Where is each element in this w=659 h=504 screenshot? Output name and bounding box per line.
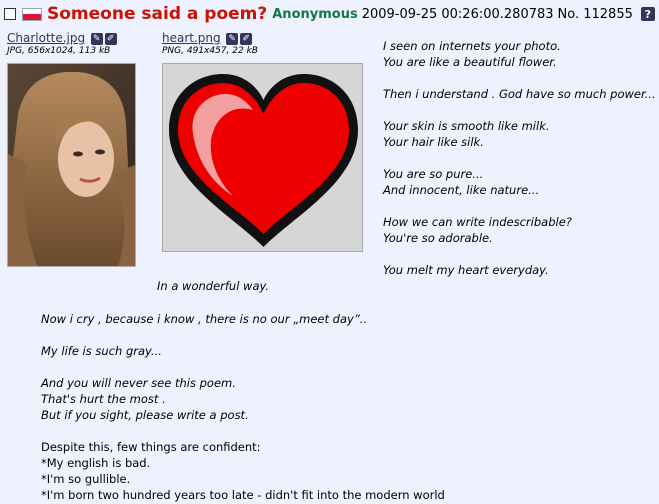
- heart-icon: [169, 74, 358, 247]
- edit-icon[interactable]: ✎: [90, 33, 103, 45]
- post-datetime: 2009-09-25 00:26:00.280783: [361, 6, 554, 22]
- poem-line: How we can write indescribable?: [383, 215, 572, 229]
- file-meta-heart: PNG, 491x457, 22 kB: [162, 46, 258, 56]
- poster-name: Anonymous: [272, 6, 358, 22]
- post-select-checkbox[interactable]: [4, 8, 16, 20]
- body-line: *I'm born two hundred years too late - d…: [41, 488, 445, 502]
- pencil-icon[interactable]: ✐: [240, 33, 253, 45]
- body-line: That's hurt the most .: [41, 392, 166, 406]
- poem-line: You're so adorable.: [383, 231, 493, 245]
- file-meta-charlotte: JPG, 656x1024, 113 kB: [7, 46, 111, 56]
- file-info-charlotte: Charlotte.jpg ✎ ✐ JPG, 656x1024, 113 kB: [7, 31, 117, 56]
- photo-thumbnail[interactable]: [7, 63, 136, 267]
- post-number-link[interactable]: No. 112855: [558, 7, 633, 22]
- portrait-image: [8, 64, 135, 266]
- body-line: *I'm so gullible.: [41, 472, 131, 486]
- post-subject: Someone said a poem?: [47, 4, 268, 24]
- file-link-charlotte[interactable]: Charlotte.jpg: [7, 31, 85, 45]
- edit-icon[interactable]: ✎: [226, 33, 239, 45]
- file-link-heart[interactable]: heart.png: [162, 31, 221, 45]
- poem-line: Your hair like silk.: [383, 135, 484, 149]
- post-body: Now i cry , because i know , there is no…: [41, 311, 445, 503]
- help-icon[interactable]: ?: [640, 7, 655, 21]
- poem-line: I seen on internets your photo.: [383, 39, 561, 53]
- body-line: But if you sight, please write a post.: [41, 408, 249, 422]
- poem-line: And innocent, like nature...: [383, 183, 540, 197]
- pencil-icon[interactable]: ✐: [104, 33, 117, 45]
- poem-line: Then i understand . God have so much pow…: [383, 87, 656, 101]
- poem-line-wonderful: In a wonderful way.: [157, 279, 270, 293]
- poem-line: You melt my heart everyday.: [383, 263, 549, 277]
- poem-line: You are so pure...: [383, 167, 484, 181]
- body-line: And you will never see this poem.: [41, 376, 236, 390]
- body-line: Despite this, few things are confident:: [41, 440, 261, 454]
- heart-thumbnail[interactable]: [162, 63, 363, 252]
- body-line: My life is such gray...: [41, 344, 162, 358]
- poem-line: You are like a beautiful flower.: [383, 55, 557, 69]
- poland-flag-icon: [22, 7, 42, 21]
- file-info-heart: heart.png ✎ ✐ PNG, 491x457, 22 kB: [162, 31, 258, 56]
- body-line: Now i cry , because i know , there is no…: [41, 312, 368, 326]
- poem-line: Your skin is smooth like milk.: [383, 119, 550, 133]
- body-line: *My english is bad.: [41, 456, 151, 470]
- post-header: Someone said a poem? Anonymous 2009-09-2…: [4, 4, 655, 24]
- poem-text: I seen on internets your photo. You are …: [383, 38, 656, 278]
